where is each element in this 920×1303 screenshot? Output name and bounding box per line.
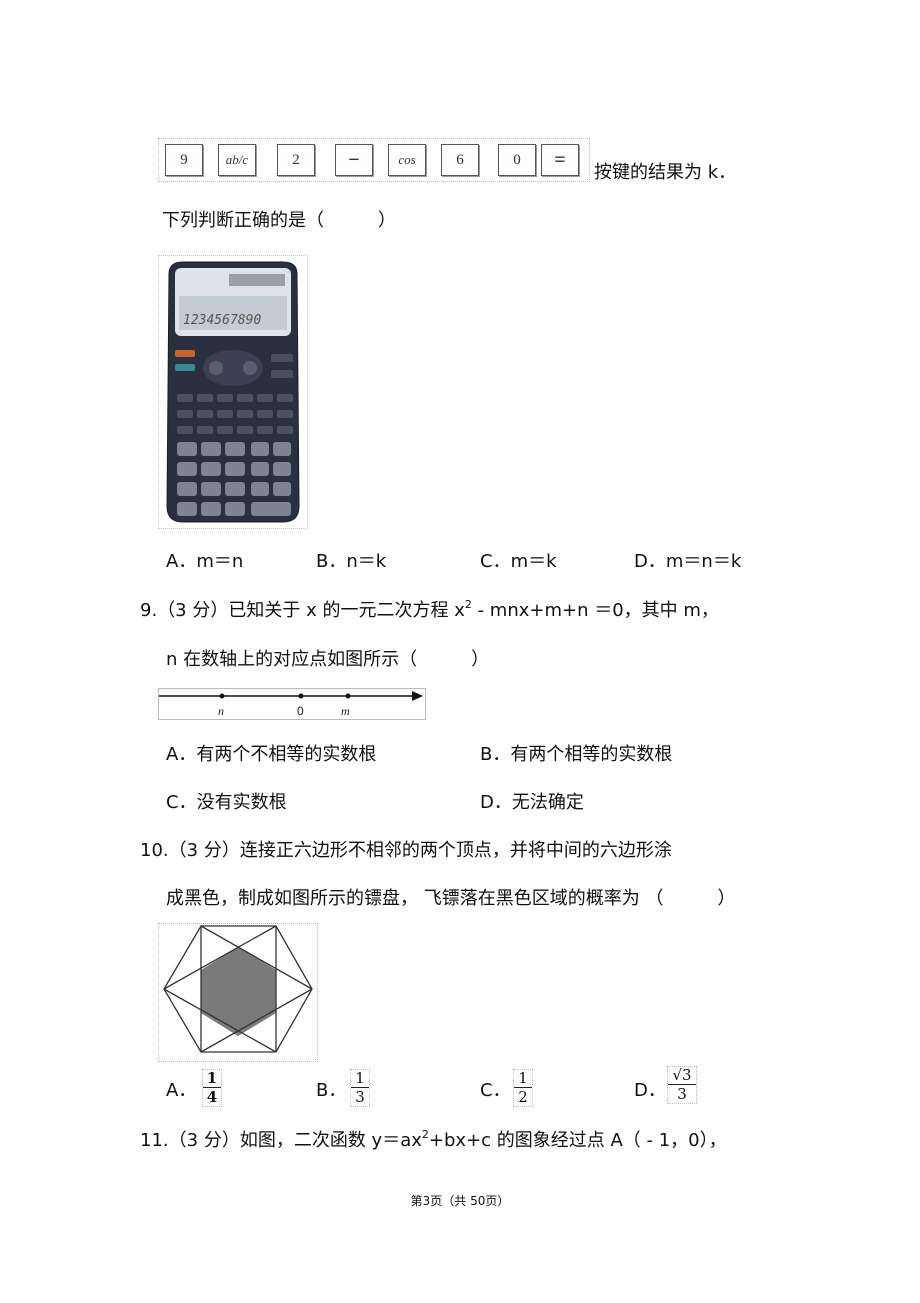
q9-line2: n 在数轴上的对应点如图所示（ ） — [166, 649, 490, 670]
numerator: 1 — [514, 1070, 532, 1088]
label-n: n — [218, 704, 224, 718]
q10-option-c-fraction: 12 — [513, 1069, 533, 1107]
q10-line1: 10.（3 分）连接正六边形不相邻的两个顶点，并将中间的六边形涂 — [140, 840, 672, 862]
exponent: 2 — [421, 1128, 429, 1141]
shaded-inner-hexagon — [201, 947, 276, 1036]
question-number: 11. — [140, 1130, 169, 1151]
option-text: m＝n＝k — [665, 551, 742, 572]
q11-line1: 11.（3 分）如图，二次函数 y＝ax2+bx+c 的图象经过点 A（ - 1… — [140, 1128, 727, 1152]
q10-option-d-fraction: √3 3 — [667, 1066, 697, 1104]
option-text: m＝n — [196, 551, 244, 572]
calc-key-6: 6 — [441, 144, 479, 176]
number-line-figure: n 0 m — [158, 688, 426, 720]
q10-line2: 成黑色，制成如图所示的镖盘， 飞镖落在黑色区域的概率为 （ ） — [166, 888, 736, 909]
label-m: m — [341, 704, 350, 718]
key-sequence-result-text: 按键的结果为 k． — [594, 162, 737, 183]
q10-option-a-label: A． — [166, 1080, 197, 1101]
numerator: 1 — [203, 1070, 221, 1088]
calc-key-2: 2 — [277, 144, 315, 176]
q10-option-b-fraction: 13 — [350, 1069, 370, 1107]
q11-text-part: +bx+c 的图象经过点 A（ - 1，0）， — [428, 1130, 727, 1151]
q10-option-b-label: B． — [316, 1080, 347, 1101]
page-footer: 第3页（共 50页） — [410, 1194, 510, 1208]
option-label: D． — [634, 551, 666, 572]
key-sequence-image: 9 ab/c 2 − cos 6 0 = — [158, 138, 590, 182]
option-label: A． — [166, 744, 197, 765]
option-label: C． — [166, 792, 197, 813]
question-score: （3 分） — [157, 600, 229, 621]
option-label: B． — [480, 744, 511, 765]
calculator-image: 1234567890 — [158, 255, 308, 529]
option-text: m＝k — [510, 551, 557, 572]
option-text: 没有实数根 — [196, 792, 287, 813]
point-zero — [298, 693, 304, 699]
option-text: n＝k — [346, 551, 387, 572]
number-line: n 0 m — [159, 691, 423, 718]
exponent: 2 — [464, 598, 472, 611]
q8-option-a: A．m＝n — [166, 551, 243, 573]
denominator: 4 — [206, 1088, 218, 1106]
denominator: 3 — [677, 1085, 687, 1103]
option-text: 有两个不相等的实数根 — [196, 744, 377, 765]
hexagon-dartboard — [163, 925, 313, 1053]
q11-text-part: 如图，二次函数 y＝ax — [239, 1130, 422, 1151]
q9-option-d: D．无法确定 — [480, 792, 584, 814]
numerator: 1 — [351, 1070, 369, 1088]
calc-key-0: 0 — [498, 144, 536, 176]
question-score: （3 分） — [168, 1130, 240, 1151]
question-score: （3 分） — [168, 840, 240, 861]
option-text: 无法确定 — [511, 792, 584, 813]
q8-option-b: B．n＝k — [316, 551, 386, 573]
q8-option-c: C．m＝k — [480, 551, 557, 573]
label-zero: 0 — [297, 704, 304, 718]
option-label: A． — [166, 551, 197, 572]
option-label: B． — [316, 551, 347, 572]
numerator: √3 — [668, 1067, 696, 1085]
option-text: 有两个相等的实数根 — [510, 744, 673, 765]
question-number: 10. — [140, 840, 169, 861]
calculator-display-digits: 1234567890 — [183, 313, 261, 328]
calculator-illustration: 1234567890 — [166, 261, 300, 523]
calc-key-minus: − — [335, 144, 373, 176]
denominator: 3 — [355, 1088, 365, 1106]
dartboard-figure — [158, 923, 318, 1062]
q10-option-c-label: C． — [480, 1080, 511, 1101]
calc-key-9: 9 — [165, 144, 203, 176]
point-m — [345, 693, 351, 699]
question-number: 9. — [140, 600, 158, 621]
q9-option-b: B．有两个相等的实数根 — [480, 744, 672, 766]
q9-text-part: - mnx+m+n ＝0，其中 m， — [471, 600, 719, 621]
q10-option-a-fraction: 14 — [202, 1069, 222, 1107]
q8-prompt: 下列判断正确的是（ ） — [162, 210, 396, 231]
q10-text: 连接正六边形不相邻的两个顶点，并将中间的六边形涂 — [239, 840, 672, 861]
q8-option-d: D．m＝n＝k — [634, 551, 741, 573]
calc-key-fraction: ab/c — [218, 144, 256, 176]
q9-line1: 9.（3 分）已知关于 x 的一元二次方程 x2 - mnx+m+n ＝0，其中… — [140, 598, 719, 622]
q9-option-a: A．有两个不相等的实数根 — [166, 744, 376, 766]
denominator: 2 — [518, 1088, 528, 1106]
option-label: C． — [480, 551, 511, 572]
arrow-icon — [412, 691, 423, 701]
q9-option-c: C．没有实数根 — [166, 792, 287, 814]
q9-text-part: 已知关于 x 的一元二次方程 x — [228, 600, 465, 621]
calc-key-cos: cos — [388, 144, 426, 176]
calc-key-equals: = — [541, 144, 579, 176]
q10-option-d-label: D． — [634, 1080, 666, 1101]
point-n — [219, 693, 225, 699]
option-label: D． — [480, 792, 512, 813]
